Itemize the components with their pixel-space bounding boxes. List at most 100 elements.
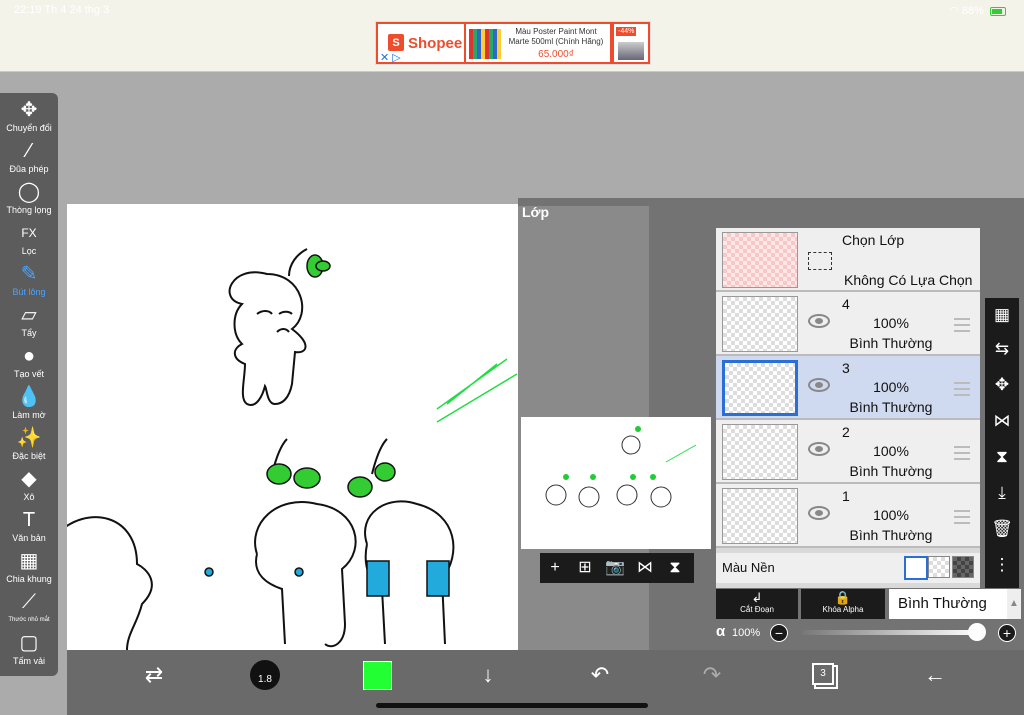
selection-status: Không Có Lựa Chọn xyxy=(844,272,973,288)
tool-sidebar: ✥ Chuyển đổi ⁄ Đũa phép ◯ Thòng lọng FX Lọc … xyxy=(0,93,58,676)
add-layer-button[interactable]: + xyxy=(544,557,566,579)
shopee-ad[interactable]: S Shopee ✕ ▷ Màu Poster Paint Mont Marte… xyxy=(375,21,651,65)
home-indicator xyxy=(376,703,648,708)
layer-blend-mode: Bình Thường xyxy=(849,335,933,351)
tool-filter[interactable]: FX Lọc xyxy=(0,222,58,256)
canvas-artwork[interactable] xyxy=(28,204,518,651)
opacity-row: α 100% − + xyxy=(716,622,1020,646)
blend-mode-arrow-icon[interactable]: ▲ xyxy=(1007,589,1021,619)
ad-product-card[interactable]: Màu Poster Paint Mont Marte 500ml (Chính… xyxy=(466,22,612,64)
merge-down-icon[interactable]: ⤓ xyxy=(985,478,1019,508)
selection-title: Chọn Lớp xyxy=(842,232,905,248)
drag-handle-icon[interactable] xyxy=(954,446,970,460)
layers-button[interactable]: 3 xyxy=(812,663,834,685)
brush-icon: ✎ xyxy=(20,263,38,285)
opacity-slider-knob[interactable] xyxy=(968,623,986,641)
frame-divider-icon: ▦ xyxy=(19,550,39,572)
tool-bucket[interactable]: ◆ Xô xyxy=(0,468,58,502)
preview-artwork xyxy=(545,426,697,508)
back-arrow-icon[interactable]: ← xyxy=(920,660,950,690)
layer-thumbnail xyxy=(722,424,798,480)
move-layer-icon[interactable]: ✥ xyxy=(985,370,1019,400)
tool-frame-divider[interactable]: ▦ Chia khung xyxy=(0,550,58,584)
tool-lasso[interactable]: ◯ Thòng lọng xyxy=(0,181,58,215)
layer-row[interactable]: 2 100% Bình Thường xyxy=(716,420,980,484)
opacity-decrease-button[interactable]: − xyxy=(770,624,788,642)
layer-name: 2 xyxy=(842,424,850,440)
flip-horizontal-icon[interactable]: ⋈ xyxy=(985,406,1019,436)
clipping-button[interactable]: ↲ Cắt Đoạn xyxy=(716,589,798,619)
drawing-canvas[interactable] xyxy=(28,204,518,651)
ad-product-image-2 xyxy=(618,42,644,60)
background-white-swatch[interactable] xyxy=(904,556,928,580)
preview-toolbar: + ⊞ 📷 ⋈ ⧗ xyxy=(540,553,694,583)
camera-icon[interactable]: 📷 xyxy=(604,557,626,579)
eye-icon[interactable] xyxy=(808,314,830,328)
flip-vertical-button[interactable]: ⧗ xyxy=(664,557,686,579)
drag-handle-icon[interactable] xyxy=(954,510,970,524)
flip-horizontal-button[interactable]: ⋈ xyxy=(634,557,656,579)
flip-vertical-icon[interactable]: ⧗ xyxy=(985,442,1019,472)
selection-layer-row[interactable]: Chọn Lớp Không Có Lựa Chọn xyxy=(716,228,980,292)
tool-text[interactable]: T Văn bản xyxy=(0,509,58,543)
tool-special[interactable]: ✨ Đặc biệt xyxy=(0,427,58,461)
tool-brush[interactable]: ✎ Bút lông xyxy=(0,263,58,297)
tool-canvas[interactable]: ▢ Tấm vải xyxy=(0,632,58,666)
layer-swap-icon[interactable]: ⇆ xyxy=(985,334,1019,364)
ad-product-card-2[interactable]: -44% xyxy=(612,22,650,64)
background-color-row: Màu Nền xyxy=(716,553,980,583)
status-time: 22:19 Th 4 24 thg 3 xyxy=(14,4,110,16)
tool-eraser[interactable]: ▱ Tẩy xyxy=(0,304,58,338)
layer-row-selected[interactable]: 3 100% Bình Thường xyxy=(716,356,980,420)
drag-handle-icon[interactable] xyxy=(954,382,970,396)
layer-opacity: 100% xyxy=(873,507,909,523)
opacity-slider[interactable] xyxy=(802,630,978,635)
layer-row[interactable]: 1 100% Bình Thường xyxy=(716,484,980,548)
alpha-lock-label: Khóa Alpha xyxy=(822,605,864,614)
clip-arrow-icon: ↲ xyxy=(751,590,763,605)
layer-opacity: 100% xyxy=(873,443,909,459)
redo-icon[interactable]: ↷ xyxy=(697,660,727,690)
quick-transform-icon[interactable]: ⇄ xyxy=(139,660,169,690)
eraser-icon: ▱ xyxy=(21,304,37,326)
undo-icon[interactable]: ↶ xyxy=(585,660,615,690)
layer-thumbnail xyxy=(722,488,798,544)
battery-level: 88% xyxy=(961,5,984,17)
more-options-icon[interactable]: ⋮ xyxy=(985,550,1019,580)
blend-mode-select[interactable]: Bình Thường xyxy=(889,589,1007,619)
brush-size-button[interactable]: 1.8 xyxy=(250,660,280,690)
background-dark-swatch[interactable] xyxy=(952,556,974,578)
layer-panel-title: Lớp xyxy=(522,204,550,220)
canvas-preview[interactable] xyxy=(521,417,711,549)
ad-brand-block[interactable]: S Shopee ✕ ▷ xyxy=(376,22,466,64)
tool-eyedropper[interactable]: ⟋ Thước nhỏ mắt xyxy=(0,591,58,625)
alpha-lock-icon: 🔒 xyxy=(834,590,852,605)
ad-close-icon[interactable]: ✕ ▷ xyxy=(380,51,401,64)
layer-row[interactable]: 4 100% Bình Thường xyxy=(716,292,980,356)
duplicate-layer-button[interactable]: ⊞ xyxy=(574,557,596,579)
status-bar: 22:19 Th 4 24 thg 3 ◠ 88% xyxy=(0,0,1024,20)
eye-icon[interactable] xyxy=(808,442,830,456)
background-transparent-swatch[interactable] xyxy=(928,556,950,578)
layer-blend-mode: Bình Thường xyxy=(849,527,933,543)
layer-blend-mode: Bình Thường xyxy=(849,463,933,479)
smudge-icon: ● xyxy=(22,345,36,367)
opacity-increase-button[interactable]: + xyxy=(998,624,1016,642)
tool-blur[interactable]: 💧 Làm mờ xyxy=(0,386,58,420)
ad-discount-badge: -44% xyxy=(616,27,637,36)
tool-transform[interactable]: ✥ Chuyển đổi xyxy=(0,99,58,133)
layer-panel: Lớp + ⊞ 📷 ⋈ ⧗ Chọn Lớp Không Có Lựa Chọn… xyxy=(518,198,1024,650)
layer-side-tools: ▦ ⇆ ✥ ⋈ ⧗ ⤓ 🗑 ⋮ xyxy=(985,298,1019,588)
ad-banner-bar: 22:19 Th 4 24 thg 3 ◠ 88% S Shopee ✕ ▷ M… xyxy=(0,0,1024,72)
tool-smudge[interactable]: ● Tạo vết xyxy=(0,345,58,379)
color-swatch-button[interactable] xyxy=(363,661,392,690)
trash-icon[interactable]: 🗑 xyxy=(985,514,1019,544)
checkerboard-icon[interactable]: ▦ xyxy=(985,300,1019,330)
background-color-label: Màu Nền xyxy=(722,560,775,575)
tool-magic-wand[interactable]: ⁄ Đũa phép xyxy=(0,140,58,174)
arrow-down-icon[interactable]: ↓ xyxy=(473,660,503,690)
eye-icon[interactable] xyxy=(808,506,830,520)
drag-handle-icon[interactable] xyxy=(954,318,970,332)
eye-icon[interactable] xyxy=(808,378,830,392)
alpha-lock-button[interactable]: 🔒 Khóa Alpha xyxy=(801,589,885,619)
